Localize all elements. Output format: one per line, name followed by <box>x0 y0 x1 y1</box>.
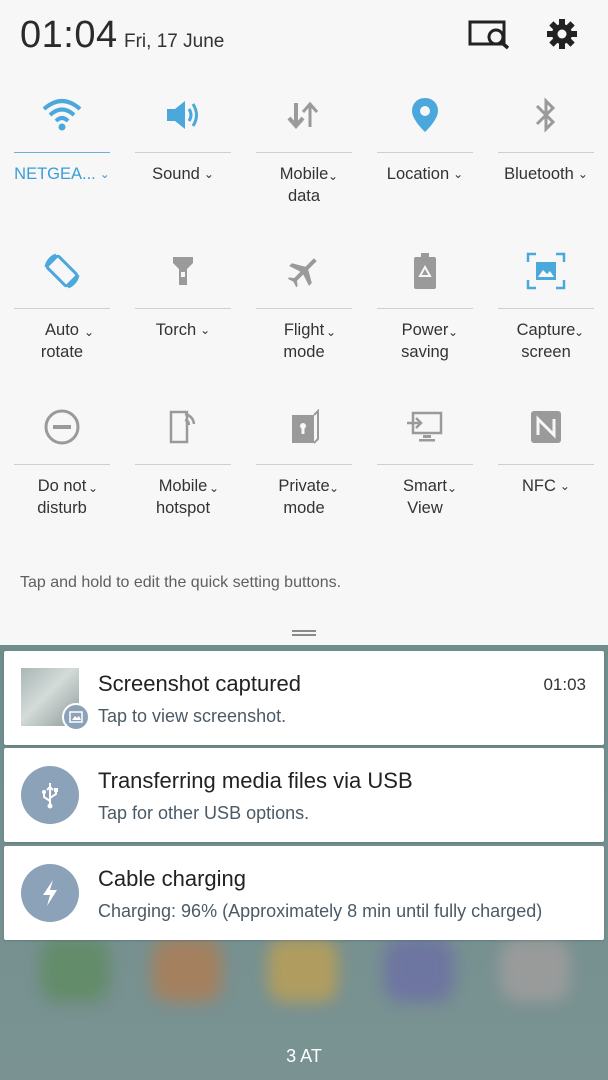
battery-recycle-icon <box>377 240 473 302</box>
mobile-data-icon <box>256 84 352 146</box>
clock-date: Fri, 17 June <box>124 31 225 52</box>
chevron-down-icon[interactable]: ⌄ <box>329 481 339 495</box>
notification-title: Screenshot captured <box>98 671 302 696</box>
tile-auto-rotate[interactable]: Auto rotate ⌄ <box>14 240 110 363</box>
chevron-down-icon[interactable]: ⌄ <box>88 481 98 495</box>
notification-time: 01:03 <box>543 675 586 694</box>
tile-label: Location <box>386 165 450 183</box>
torch-icon <box>135 240 231 302</box>
carrier-label: 3 AT <box>286 1046 322 1066</box>
smart-view-icon <box>377 396 473 458</box>
drag-handle-icon[interactable] <box>292 630 316 636</box>
tile-capture-screen[interactable]: Capture screen ⌄ <box>498 240 594 363</box>
tile-label: NFC <box>522 477 556 495</box>
blurred-app-icon <box>152 938 222 1002</box>
tile-flight-mode[interactable]: Flight mode ⌄ <box>256 240 352 363</box>
chevron-down-icon[interactable]: ⌄ <box>578 163 588 185</box>
tile-wifi[interactable]: NETGEA... ⌄ <box>14 84 110 186</box>
bluetooth-icon <box>498 84 594 146</box>
edit-hint-text: Tap and hold to edit the quick setting b… <box>20 574 342 591</box>
tile-private-mode[interactable]: Private mode ⌄ <box>256 396 352 519</box>
airplane-icon <box>256 240 352 302</box>
tile-power-saving[interactable]: Power saving ⌄ <box>377 240 473 363</box>
location-pin-icon <box>377 84 473 146</box>
notification-title: Cable charging <box>98 866 246 891</box>
tile-location[interactable]: Location ⌄ <box>377 84 473 186</box>
do-not-disturb-icon <box>14 396 110 458</box>
chevron-down-icon[interactable]: ⌄ <box>574 325 584 339</box>
blurred-app-icon <box>40 938 110 1002</box>
usb-icon <box>21 766 79 824</box>
nfc-icon <box>498 396 594 458</box>
blurred-app-icon <box>500 938 570 1002</box>
chevron-down-icon[interactable]: ⌄ <box>200 319 210 341</box>
chevron-down-icon[interactable]: ⌄ <box>447 481 457 495</box>
chevron-down-icon[interactable]: ⌄ <box>209 481 219 495</box>
chevron-down-icon[interactable]: ⌄ <box>100 163 110 185</box>
notification-title: Transferring media files via USB <box>98 768 413 793</box>
blurred-app-icon <box>268 938 338 1002</box>
tile-label: Capture screen <box>516 321 576 361</box>
tile-label: Bluetooth <box>504 165 574 183</box>
notification-subtitle: Tap to view screenshot. <box>98 706 287 726</box>
tile-label: Sound <box>152 165 200 183</box>
capture-screen-icon <box>498 240 594 302</box>
volume-icon <box>135 84 231 146</box>
tile-label: Auto rotate <box>40 321 84 361</box>
notification-usb[interactable]: Transferring media files via USB Tap for… <box>4 748 604 842</box>
hotspot-icon <box>135 396 231 458</box>
settings-gear-icon[interactable] <box>540 14 584 54</box>
chevron-down-icon[interactable]: ⌄ <box>326 325 336 339</box>
wifi-icon <box>14 84 110 146</box>
chevron-down-icon[interactable]: ⌄ <box>328 169 338 183</box>
blurred-app-icon <box>384 938 454 1002</box>
tile-mobile-hotspot[interactable]: Mobile hotspot ⌄ <box>135 396 231 519</box>
auto-rotate-icon <box>14 240 110 302</box>
notification-subtitle: Charging: 96% (Approximately 8 min until… <box>98 901 543 921</box>
chevron-down-icon[interactable]: ⌄ <box>560 475 570 497</box>
tile-label: NETGEA... <box>14 165 96 183</box>
notification-subtitle: Tap for other USB options. <box>98 803 310 823</box>
quick-settings-panel: 01:04 Fri, 17 June NETGEA... ⌄ Sound ⌄ M… <box>0 0 608 645</box>
notification-screenshot[interactable]: Screenshot captured Tap to view screensh… <box>4 651 604 745</box>
tile-label: Mobile data <box>279 165 329 205</box>
chevron-down-icon[interactable]: ⌄ <box>84 325 94 339</box>
tile-mobile-data[interactable]: Mobile data ⌄ <box>256 84 352 207</box>
lightning-icon <box>21 864 79 922</box>
tile-label: Power saving <box>401 321 449 361</box>
private-mode-icon <box>256 396 352 458</box>
tile-label: Flight mode <box>283 321 325 361</box>
tile-sound[interactable]: Sound ⌄ <box>135 84 231 186</box>
image-icon <box>62 703 90 731</box>
chevron-down-icon[interactable]: ⌄ <box>448 325 458 339</box>
tile-label: Private mode <box>278 477 330 517</box>
chevron-down-icon[interactable]: ⌄ <box>204 163 214 185</box>
tile-label: Smart View <box>402 477 447 517</box>
search-settings-icon[interactable] <box>468 14 512 54</box>
tile-label: Mobile hotspot <box>155 477 211 517</box>
notification-charging[interactable]: Cable charging Charging: 96% (Approximat… <box>4 846 604 940</box>
chevron-down-icon[interactable]: ⌄ <box>453 163 463 185</box>
tile-nfc[interactable]: NFC ⌄ <box>498 396 594 498</box>
tile-smart-view[interactable]: Smart View ⌄ <box>377 396 473 519</box>
tile-torch[interactable]: Torch ⌄ <box>135 240 231 342</box>
tile-label: Torch <box>155 321 197 339</box>
tile-bluetooth[interactable]: Bluetooth ⌄ <box>498 84 594 186</box>
tile-label: Do not disturb <box>37 477 87 517</box>
clock-time: 01:04 <box>20 14 118 56</box>
tile-do-not-disturb[interactable]: Do not disturb ⌄ <box>14 396 110 519</box>
